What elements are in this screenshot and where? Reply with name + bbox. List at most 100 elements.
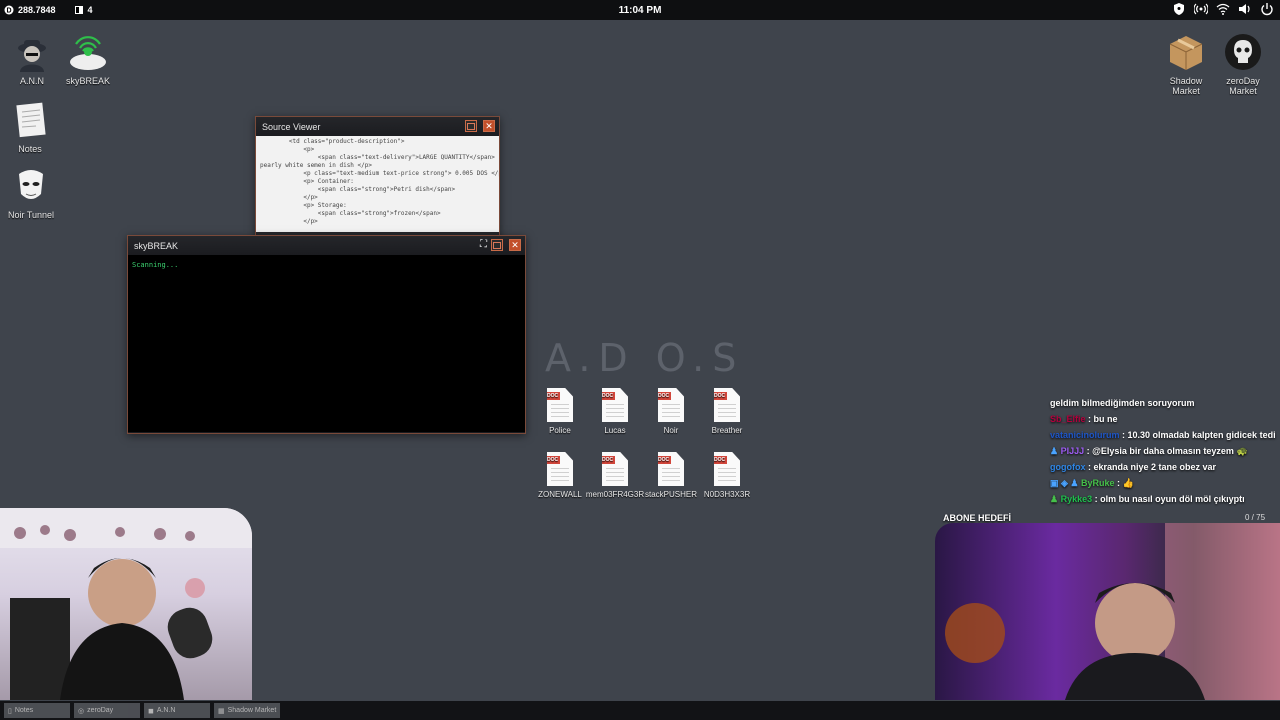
source-code-line: <span class="strong">frozen</span> <box>260 210 441 217</box>
emote-icon: 👍 <box>1122 478 1134 488</box>
window-titlebar[interactable]: Source Viewer ✕ <box>256 117 499 136</box>
noir-mask-icon <box>11 166 51 206</box>
desktop-icon-label: A.N.N <box>19 76 44 86</box>
source-code-line: <span class="text-delivery">LARGE QUANTI… <box>260 154 495 161</box>
doc-file-7[interactable]: DOC N0D3H3X3R <box>697 452 757 499</box>
terminal-line: Scanning... <box>132 261 179 269</box>
skybreak-icon <box>68 32 108 72</box>
doc-tag: DOC <box>658 456 672 464</box>
taskbar-item-shadow-market[interactable]: ▦ Shadow Market <box>214 703 280 718</box>
desktop-icon-label: Shadow Market <box>1169 76 1203 96</box>
desktop-icon-zeroday-market[interactable]: zeroDay Market <box>1213 32 1273 96</box>
user-badge-icon: ♟ <box>1050 446 1061 456</box>
desktop-icon-noir-tunnel[interactable]: Noir Tunnel <box>1 166 61 220</box>
source-code-line: <p> Container: <box>260 178 354 185</box>
chat-message: vatanicinolurum : 10.30 olmadab kalpten … <box>1050 430 1276 440</box>
source-code-line: </p> <box>260 218 318 225</box>
doc-tag: DOC <box>714 456 728 464</box>
skull-icon: ◎ <box>78 707 85 715</box>
doc-file-icon: DOC <box>547 452 573 486</box>
chat-overlay: geldim bilmediğimden soruyorum Sb_Elfie … <box>1050 395 1276 507</box>
terminal-output: Scanning... <box>128 255 525 432</box>
desktop-icon-label: zeroDay Market <box>1226 76 1260 96</box>
user-badge-icon: ♟ <box>1050 494 1061 504</box>
doc-file-icon: DOC <box>658 452 684 486</box>
window-title: Source Viewer <box>262 121 321 132</box>
doc-file-label: ZONEWALL <box>538 490 582 499</box>
package-icon: ▦ <box>218 707 225 715</box>
window-titlebar[interactable]: skyBREAK ⛶ ✕ <box>128 236 525 255</box>
doc-file-label: stackPUSHER <box>644 490 697 499</box>
doc-tag: DOC <box>602 456 616 464</box>
doc-tag: DOC <box>602 392 616 400</box>
desktop-icon-label: Notes <box>18 144 42 154</box>
source-code: <td class="product-description"> <p> <sp… <box>256 136 499 232</box>
notes-count: 4 <box>87 5 93 15</box>
doc-file-0[interactable]: DOC Police <box>530 388 590 435</box>
broadcast-icon[interactable] <box>1194 2 1208 16</box>
desktop-icon-notes[interactable]: Notes <box>0 100 60 154</box>
source-code-line: <p class="text-medium text-price strong"… <box>260 170 499 177</box>
svg-text:D: D <box>6 8 11 15</box>
dos-coin-icon: D <box>4 5 14 15</box>
chat-message: gogofox : ekranda niye 2 tane obez var <box>1050 462 1217 472</box>
clock: 11:04 PM <box>618 4 662 16</box>
desktop-icon-shadow-market[interactable]: Shadow Market <box>1156 32 1216 96</box>
desktop-icon-label: Noir Tunnel <box>7 210 55 220</box>
doc-file-4[interactable]: DOC ZONEWALL <box>530 452 590 499</box>
abone-hedefi-count: 0 / 75 <box>1245 513 1266 522</box>
cursor-icon: ⛶ <box>480 239 487 250</box>
volume-icon[interactable] <box>1238 2 1252 16</box>
doc-file-6[interactable]: DOC stackPUSHER <box>641 452 701 499</box>
doc-file-icon: DOC <box>714 388 740 422</box>
ados-logo: A.D O.S <box>545 336 745 380</box>
source-code-line: <span class="strong">Petri dish</span> <box>260 186 456 193</box>
doc-file-icon: DOC <box>602 388 628 422</box>
chat-message: Sb_Elfie : bu ne <box>1050 414 1118 424</box>
doc-file-3[interactable]: DOC Breather <box>697 388 757 435</box>
notes-icon: ▯ <box>8 707 12 715</box>
chat-message: ♟ PIJJJ : @Elysia bir daha olmasın teyze… <box>1050 446 1248 456</box>
doc-file-icon: DOC <box>714 452 740 486</box>
source-code-line: </p> <box>260 194 318 201</box>
window-title: skyBREAK <box>134 240 179 251</box>
doc-tag: DOC <box>547 392 561 400</box>
doc-file-label: Noir <box>663 426 679 435</box>
webcam-right <box>935 523 1280 700</box>
doc-file-1[interactable]: DOC Lucas <box>585 388 645 435</box>
close-button[interactable]: ✕ <box>483 120 495 132</box>
notes-icon <box>10 100 50 140</box>
shield-icon[interactable] <box>1172 2 1186 16</box>
chat-message: geldim bilmediğimden soruyorum <box>1050 398 1195 408</box>
maximize-button[interactable] <box>491 239 503 251</box>
taskbar-item-ann[interactable]: ◼ A.N.N <box>144 703 210 718</box>
source-code-line: <p> <box>260 146 315 153</box>
doc-file-label: N0D3H3X3R <box>703 490 751 499</box>
skull-icon <box>1223 32 1263 72</box>
doc-file-label: Breather <box>711 426 743 435</box>
doc-file-label: Police <box>549 426 571 435</box>
wifi-icon[interactable] <box>1216 2 1230 16</box>
doc-file-icon: DOC <box>547 388 573 422</box>
desktop-icon-ann[interactable]: A.N.N <box>2 32 62 86</box>
doc-file-label: Lucas <box>604 426 626 435</box>
doc-tag: DOC <box>547 456 561 464</box>
desktop-icon-label: skyBREAK <box>65 76 110 86</box>
desktop-icon-skybreak[interactable]: skyBREAK <box>58 32 118 86</box>
taskbar-item-zeroday[interactable]: ◎ zeroDay <box>74 703 140 718</box>
webcam-left <box>0 508 252 700</box>
doc-file-icon: DOC <box>658 388 684 422</box>
doc-file-5[interactable]: DOC mem03FR4G3R <box>585 452 645 499</box>
notes-count-icon[interactable] <box>74 5 84 15</box>
power-icon[interactable] <box>1260 2 1274 16</box>
taskbar-item-notes[interactable]: ▯ Notes <box>4 703 70 718</box>
skybreak-window[interactable]: skyBREAK ⛶ ✕ Scanning... <box>127 235 526 434</box>
doc-file-2[interactable]: DOC Noir <box>641 388 701 435</box>
close-button[interactable]: ✕ <box>509 239 521 251</box>
maximize-button[interactable] <box>465 120 477 132</box>
emote-icon: 🐢 <box>1236 446 1248 456</box>
user-badge-icon: ▣ ◈ ♟ <box>1050 478 1081 488</box>
doc-file-icon: DOC <box>602 452 628 486</box>
chat-message: ♟ Rykke3 : olm bu nasıl oyun döl möl çık… <box>1050 494 1245 504</box>
doc-file-label: mem03FR4G3R <box>585 490 645 499</box>
